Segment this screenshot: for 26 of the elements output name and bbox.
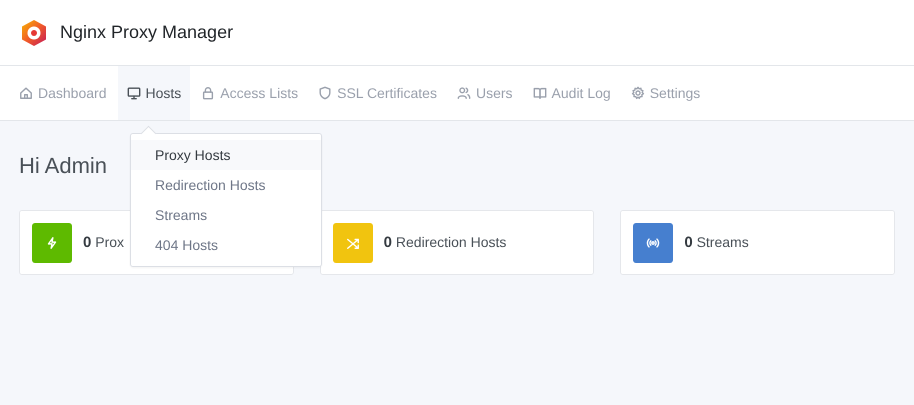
nav-tab[interactable]: Users <box>448 66 522 120</box>
lock-icon <box>201 86 216 100</box>
stat-text: 0 Redirection Hosts <box>384 234 506 251</box>
book-icon <box>532 86 547 100</box>
stat-text: 0 Streams <box>684 234 749 251</box>
nav-tab[interactable]: Settings <box>622 66 710 120</box>
nav-tab[interactable]: Dashboard <box>10 66 116 120</box>
shield-icon <box>318 86 332 100</box>
greeting: Hi Admin <box>19 152 108 180</box>
home-icon <box>19 86 33 100</box>
broadcast-icon <box>646 236 660 250</box>
app-title: Nginx Proxy Manager <box>60 22 234 43</box>
menu-item[interactable]: 404 Hosts <box>131 230 321 260</box>
gear-icon <box>630 86 645 100</box>
nav-tab[interactable]: SSL Certificates <box>309 66 446 120</box>
monitor-icon <box>126 86 140 100</box>
menu-item[interactable]: Redirection Hosts <box>131 170 321 200</box>
stat-text: 0 Prox <box>83 234 124 251</box>
users-icon <box>456 86 471 100</box>
nav-tab[interactable]: Hosts <box>118 66 190 120</box>
lightning-icon <box>45 236 59 250</box>
menu-item[interactable]: Proxy Hosts <box>131 140 321 170</box>
nav-tab[interactable]: Access Lists <box>192 66 308 120</box>
menu-item[interactable]: Streams <box>131 200 321 230</box>
logo-icon[interactable] <box>21 18 47 46</box>
nav-tab[interactable]: Audit Log <box>524 66 620 120</box>
